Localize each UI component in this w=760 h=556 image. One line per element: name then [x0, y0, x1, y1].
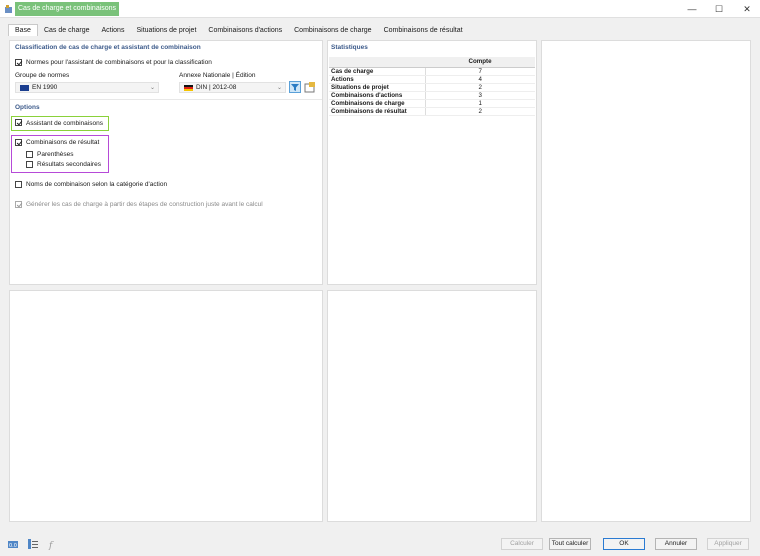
edit-settings-icon — [304, 82, 315, 93]
combinaisons-resultat-label: Combinaisons de résultat — [26, 139, 100, 146]
divider — [10, 99, 322, 100]
filter-icon — [291, 84, 299, 91]
table-row: Actions 4 — [329, 75, 535, 84]
tab-base[interactable]: Base — [8, 24, 38, 36]
compte-column-header: Compte — [425, 57, 535, 68]
resultats-secondaires-label: Résultats secondaires — [37, 161, 101, 168]
table-view-icon — [28, 539, 38, 549]
svg-text:0.0: 0.0 — [9, 543, 17, 549]
normes-checkbox[interactable] — [15, 59, 22, 66]
assistant-checkbox[interactable] — [15, 119, 22, 126]
classification-panel: Classification de cas de charge et assis… — [9, 40, 323, 285]
tab-combinaisons-de-resultat[interactable]: Combinaisons de résultat — [378, 25, 469, 36]
classification-title: Classification de cas de charge et assis… — [15, 44, 201, 51]
appliquer-button[interactable]: Appliquer — [707, 538, 749, 550]
chevron-down-icon: ⌄ — [149, 85, 155, 91]
table-row: Cas de charge 7 — [329, 67, 535, 76]
lower-left-panel — [9, 290, 323, 522]
statistics-title: Statistiques — [331, 44, 368, 51]
groupe-normes-value: EN 1990 — [32, 84, 58, 91]
bottom-bar — [0, 531, 760, 556]
tab-cas-de-charge[interactable]: Cas de charge — [38, 25, 96, 36]
statistics-table: Compte Cas de charge 7 Actions 4 Situation… — [329, 57, 535, 116]
minimize-button[interactable]: — — [678, 0, 706, 18]
lower-middle-panel — [327, 290, 537, 522]
formula-button[interactable]: f — [47, 538, 59, 550]
statistics-panel: Statistiques Compte Cas de charge 7 Actio… — [327, 40, 537, 285]
close-button[interactable]: ✕ — [733, 0, 760, 18]
row-name: Combinaisons de résultat — [329, 107, 426, 116]
tab-actions[interactable]: Actions — [96, 25, 131, 36]
row-value: 7 — [425, 67, 535, 76]
chevron-down-icon: ⌄ — [276, 85, 282, 91]
tab-combinaisons-actions[interactable]: Combinaisons d'actions — [202, 25, 288, 36]
row-value: 4 — [425, 75, 535, 84]
tab-situations-de-projet[interactable]: Situations de projet — [130, 25, 202, 36]
maximize-button[interactable]: ☐ — [705, 0, 733, 18]
noms-combinaison-label: Noms de combinaison selon la catégorie d… — [26, 181, 168, 188]
row-value: 1 — [425, 99, 535, 108]
formula-icon: f — [48, 541, 54, 550]
generer-label: Générer les cas de charge à partir des é… — [26, 201, 263, 208]
row-name: Situations de projet — [329, 83, 426, 92]
units-icon: 0.0 — [8, 541, 18, 549]
annuler-button[interactable]: Annuler — [655, 538, 697, 550]
table-view-button[interactable] — [27, 538, 39, 550]
edit-button[interactable] — [304, 81, 316, 93]
tab-bar: Base Cas de charge Actions Situations de… — [8, 24, 469, 36]
groupe-normes-dropdown[interactable]: EN 1990 ⌄ — [15, 82, 159, 93]
normes-checkbox-label: Normes pour l'assistant de combinaisons … — [26, 59, 212, 66]
options-title: Options — [15, 104, 40, 111]
row-value: 3 — [425, 91, 535, 100]
generer-checkbox[interactable] — [15, 201, 22, 208]
ok-button[interactable]: OK — [603, 538, 645, 550]
parentheses-label: Parenthèses — [37, 151, 74, 158]
right-panel — [541, 40, 751, 522]
table-row: Situations de projet 2 — [329, 83, 535, 92]
assistant-label: Assistant de combinaisons — [26, 120, 103, 127]
resultats-secondaires-checkbox[interactable] — [26, 161, 33, 168]
groupe-normes-label: Groupe de normes — [15, 72, 70, 79]
row-value: 2 — [425, 83, 535, 92]
svg-text:f: f — [48, 541, 54, 550]
units-button[interactable]: 0.0 — [7, 538, 19, 550]
app-icon — [5, 5, 12, 13]
row-name: Cas de charge — [329, 67, 426, 76]
name-column-header — [329, 57, 425, 68]
parentheses-checkbox[interactable] — [26, 151, 33, 158]
eu-flag-icon — [20, 85, 29, 91]
title-bar: Cas de charge et combinaisons — ☐ ✕ — [0, 0, 760, 18]
row-name: Actions — [329, 75, 426, 84]
tout-calculer-button[interactable]: Tout calculer — [549, 538, 591, 550]
table-row: Combinaisons de charge 1 — [329, 99, 535, 108]
annexe-label: Annexe Nationale | Édition — [179, 72, 256, 79]
row-value: 2 — [425, 107, 535, 116]
window-title: Cas de charge et combinaisons — [15, 2, 120, 16]
table-row: Combinaisons de résultat 2 — [329, 107, 535, 116]
tab-combinaisons-de-charge[interactable]: Combinaisons de charge — [288, 25, 377, 36]
row-name: Combinaisons de charge — [329, 99, 426, 108]
calculer-button[interactable]: Calculer — [501, 538, 543, 550]
annexe-dropdown[interactable]: DIN | 2012-08 ⌄ — [179, 82, 286, 93]
de-flag-icon — [184, 85, 193, 91]
annexe-value: DIN | 2012-08 — [196, 84, 237, 91]
table-row: Combinaisons d'actions 3 — [329, 91, 535, 100]
combinaisons-resultat-checkbox[interactable] — [15, 139, 22, 146]
row-name: Combinaisons d'actions — [329, 91, 426, 100]
filter-button[interactable] — [289, 81, 301, 93]
noms-combinaison-checkbox[interactable] — [15, 181, 22, 188]
